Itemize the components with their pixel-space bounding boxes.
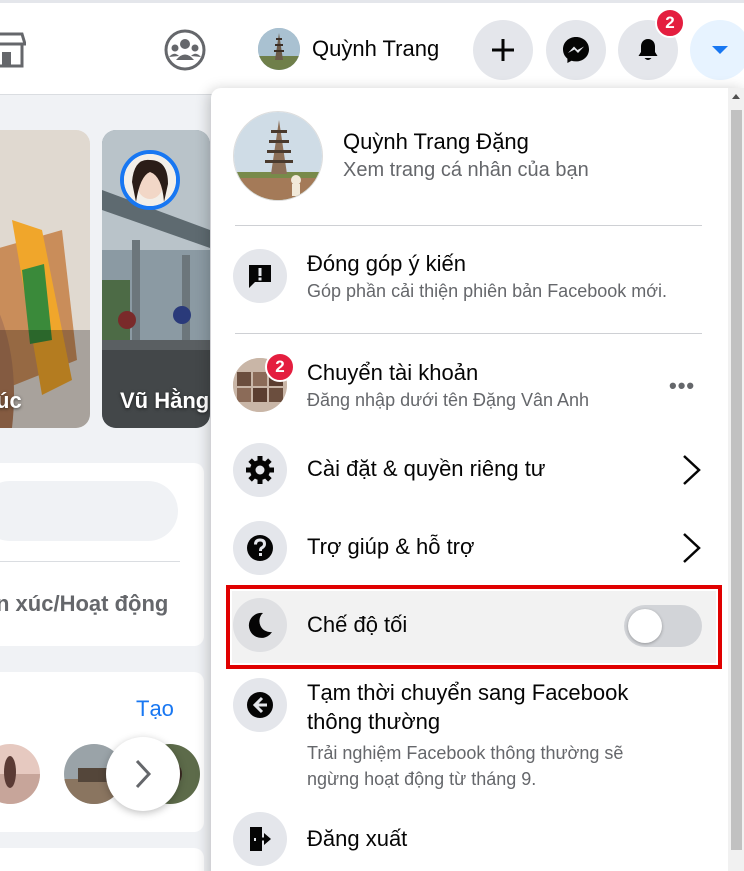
feedback-title: Đóng góp ý kiến [307, 251, 466, 276]
profile-shortcut[interactable]: Quỳnh Trang [258, 24, 439, 74]
help-icon [233, 521, 287, 575]
dark-mode-toggle[interactable] [624, 605, 702, 647]
feedback-subtitle: Góp phần cải thiện phiên bản Facebook mớ… [307, 281, 668, 301]
feedback-icon [233, 249, 287, 303]
scroll-up-arrow[interactable] [732, 94, 740, 99]
room-avatar[interactable] [0, 744, 40, 804]
composer-divider [0, 561, 180, 562]
marketplace-icon[interactable] [0, 28, 26, 68]
logout-title: Đăng xuất [307, 826, 408, 851]
top-border [0, 0, 744, 3]
story-image [0, 130, 90, 428]
logout-icon [233, 812, 287, 866]
story-card[interactable]: úc [0, 130, 90, 428]
feed-card [0, 848, 204, 871]
switch-account-item[interactable]: Chuyển tài khoản Đăng nhập dưới tên Đặng… [233, 358, 703, 413]
scroll-thumb[interactable] [731, 110, 742, 850]
caret-down-icon [712, 46, 728, 54]
gear-icon [233, 443, 287, 497]
menu-scrollbar[interactable] [728, 88, 744, 871]
classic-title-line2: thông thường [307, 709, 441, 734]
classic-subtitle-line2: ngừng hoạt động từ tháng 9. [307, 769, 537, 789]
account-menu-button[interactable] [690, 20, 744, 80]
notification-badge: 2 [655, 8, 685, 38]
dark-mode-title: Chế độ tối [307, 612, 408, 637]
more-options-icon[interactable]: ••• [669, 373, 695, 399]
help-support-item[interactable]: Trợ giúp & hỗ trợ [233, 521, 703, 575]
story-card[interactable]: Vũ Hằng [102, 130, 210, 428]
menu-divider [235, 225, 702, 226]
story-author-avatar [120, 150, 180, 210]
classic-title-line1: Tạm thời chuyển sang Facebook [307, 680, 629, 705]
view-profile-label: Xem trang cá nhân của bạn [343, 159, 589, 181]
toggle-knob [628, 609, 662, 643]
groups-icon[interactable] [164, 29, 206, 71]
classic-facebook-item[interactable]: Tạm thời chuyển sang Facebook thông thườ… [233, 678, 703, 792]
switch-account-badge: 2 [265, 352, 295, 382]
create-button[interactable] [473, 20, 533, 80]
moon-icon [233, 598, 287, 652]
rooms-next-button[interactable] [106, 737, 180, 811]
profile-name: Quỳnh Trang [312, 36, 440, 61]
create-room-link[interactable]: Tạo [136, 696, 174, 722]
feeling-activity-button[interactable]: n xúc/Hoạt động [0, 591, 168, 617]
story-author-name: Vũ Hằng [120, 388, 210, 413]
view-profile-item[interactable]: Quỳnh Trang Đặng Xem trang cá nhân của b… [233, 108, 703, 204]
arrow-left-icon [233, 678, 287, 732]
chevron-right-icon [683, 455, 701, 485]
top-navigation-bar: Quỳnh Trang 2 [0, 0, 744, 95]
give-feedback-item[interactable]: Đóng góp ý kiến Góp phần cải thiện phiên… [233, 249, 703, 304]
chevron-right-icon [683, 533, 701, 563]
story-author-name: úc [0, 388, 22, 413]
help-title: Trợ giúp & hỗ trợ [307, 534, 475, 559]
chevron-right-icon [135, 759, 152, 789]
plus-icon [492, 39, 514, 61]
menu-divider [235, 333, 702, 334]
post-composer: n xúc/Hoạt động [0, 463, 204, 646]
switch-account-subtitle: Đăng nhập dưới tên Đặng Vân Anh [307, 390, 590, 410]
messenger-button[interactable] [546, 20, 606, 80]
settings-title: Cài đặt & quyền riêng tư [307, 456, 546, 481]
logout-item[interactable]: Đăng xuất [233, 812, 703, 866]
composer-input[interactable] [0, 481, 178, 541]
account-dropdown-menu: Quỳnh Trang Đặng Xem trang cá nhân của b… [211, 88, 744, 871]
classic-subtitle-line1: Trải nghiệm Facebook thông thường sẽ [307, 743, 624, 763]
messenger-icon [563, 37, 589, 63]
profile-avatar [233, 111, 323, 201]
profile-avatar [258, 28, 300, 70]
bell-icon [638, 39, 658, 60]
settings-privacy-item[interactable]: Cài đặt & quyền riêng tư [233, 443, 703, 497]
profile-full-name: Quỳnh Trang Đặng [343, 129, 529, 154]
switch-account-title: Chuyển tài khoản [307, 360, 479, 385]
